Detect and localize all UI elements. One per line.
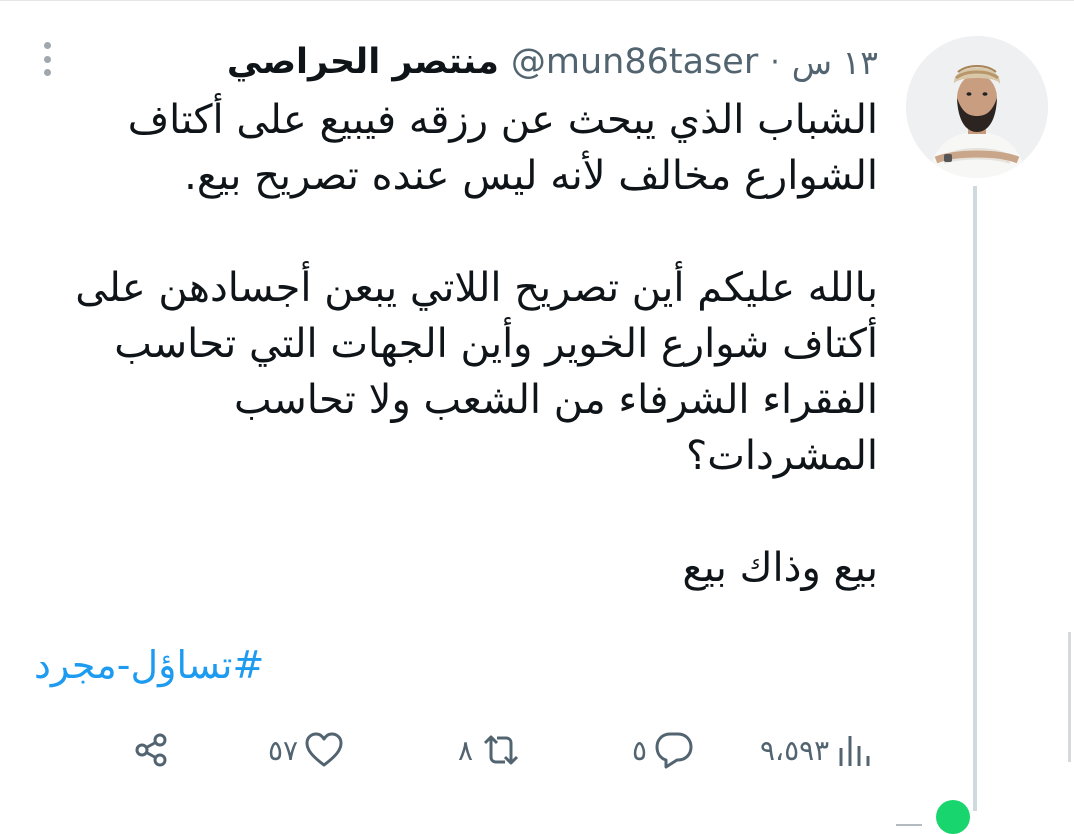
hashtag-link[interactable]: #تساؤل-مجرد xyxy=(34,643,264,687)
avatar[interactable] xyxy=(906,36,1048,178)
tweet-line: بيع وذاك بيع xyxy=(682,545,878,591)
retweet-count: ٨ xyxy=(458,733,474,767)
like-count: ٥٧ xyxy=(268,733,299,767)
top-divider xyxy=(0,0,1074,1)
partial-glyph xyxy=(896,824,922,830)
share-button[interactable] xyxy=(132,720,172,780)
tweet-header: منتصر الحراصي @mun86taser · ١٣ س xyxy=(227,36,878,88)
scrollbar[interactable] xyxy=(1068,632,1071,762)
tweet-line: بالله عليكم أين تصريح اللاتي يبعن أجساده… xyxy=(75,265,878,311)
tweet-line: الفقراء الشرفاء من الشعب ولا تحاسب المشر… xyxy=(233,377,878,479)
more-options-icon[interactable] xyxy=(40,42,54,76)
heart-icon xyxy=(305,732,343,767)
timestamp[interactable]: ١٣ س xyxy=(792,43,878,82)
tweet-line: الشباب الذي يبحث عن رزقه فيبيع على أكتاف xyxy=(127,97,878,143)
separator-dot: · xyxy=(770,44,780,80)
tweet-line: أكتاف شوارع الخوير وأين الجهات التي تحاس… xyxy=(114,321,878,367)
tweet-line: الشوارع مخالف لأنه ليس عنده تصريح بيع. xyxy=(184,153,878,199)
user-handle[interactable]: @mun86taser xyxy=(511,42,758,82)
more-dot xyxy=(43,42,51,49)
online-indicator xyxy=(936,800,970,834)
tweet-body: الشباب الذي يبحث عن رزقه فيبيع على أكتاف… xyxy=(48,92,878,596)
avatar-image xyxy=(906,36,1048,178)
reply-button[interactable]: ٥ xyxy=(632,720,695,780)
share-icon xyxy=(135,733,167,767)
reply-count: ٥ xyxy=(632,733,648,767)
more-dot xyxy=(43,69,51,76)
display-name[interactable]: منتصر الحراصي xyxy=(227,42,499,82)
more-dot xyxy=(43,55,51,63)
action-bar: ٥٧ ٨ ٥ ٩،٥٩٣ xyxy=(0,720,1074,780)
thread-line xyxy=(973,186,977,811)
views-count: ٩،٥٩٣ xyxy=(760,733,830,767)
views-button[interactable]: ٩،٥٩٣ xyxy=(760,720,875,780)
retweet-icon xyxy=(483,735,519,765)
views-icon xyxy=(839,736,870,766)
retweet-button[interactable]: ٨ xyxy=(458,720,523,780)
like-button[interactable]: ٥٧ xyxy=(268,720,344,780)
reply-icon xyxy=(655,732,693,769)
